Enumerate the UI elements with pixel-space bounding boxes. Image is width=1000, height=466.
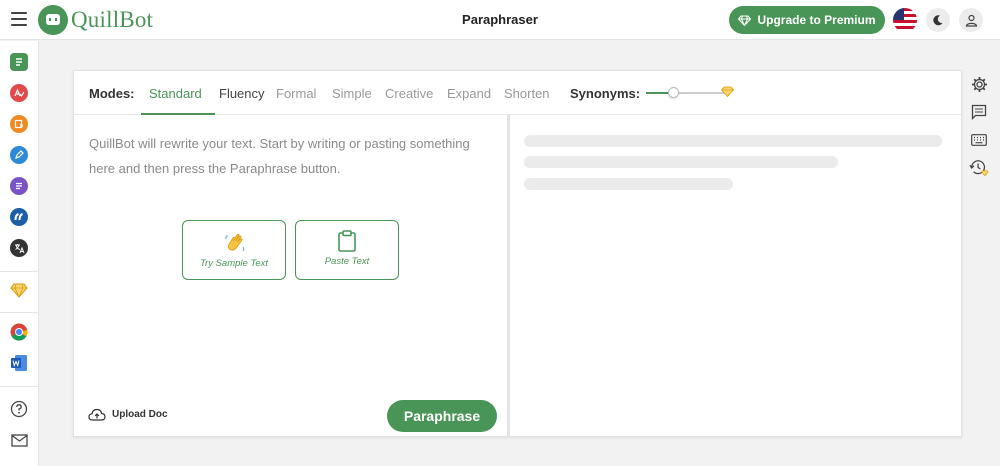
try-sample-button[interactable]: Try Sample Text [182, 220, 286, 280]
cloud-upload-icon [88, 408, 106, 421]
sidebar-item-translator[interactable] [10, 239, 28, 257]
summarizer-icon [16, 182, 22, 190]
quillbot-logo-icon [38, 5, 68, 35]
upgrade-label: Upgrade to Premium [757, 13, 876, 27]
language-flag-icon[interactable] [893, 8, 917, 32]
upload-doc-button[interactable]: Upload Doc [88, 408, 168, 421]
paste-text-button[interactable]: Paste Text [295, 220, 399, 280]
sidebar-item-word-addin[interactable] [10, 354, 28, 372]
output-loading-line [524, 178, 733, 190]
output-loading-line [524, 156, 838, 168]
paste-text-label: Paste Text [324, 256, 370, 267]
keyboard-shortcuts-button[interactable] [969, 130, 989, 150]
output-loading-line [524, 135, 942, 147]
clipboard-icon [338, 230, 356, 252]
pane-divider[interactable] [507, 115, 510, 437]
sidebar-item-help[interactable] [10, 400, 28, 418]
comment-icon [971, 104, 987, 120]
grammar-checker-icon [14, 88, 24, 98]
try-sample-label: Try Sample Text [199, 258, 269, 269]
sidebar-divider [0, 312, 39, 313]
paraphrase-button[interactable]: Paraphrase [387, 400, 497, 432]
diamond-icon [738, 15, 752, 26]
plagiarism-checker-icon [14, 119, 23, 129]
mail-icon [10, 433, 28, 447]
sidebar-item-paraphraser[interactable] [10, 53, 28, 71]
upload-doc-label: Upload Doc [112, 409, 168, 420]
synonyms-premium-icon [721, 86, 734, 97]
word-icon [11, 355, 27, 371]
input-text-area[interactable]: QuillBot will rewrite your text. Start b… [89, 131, 489, 181]
mode-tab-formal[interactable]: Formal [276, 86, 316, 101]
user-icon [965, 14, 977, 27]
left-sidebar [0, 41, 39, 466]
top-bar: QuillBot Paraphraser Upgrade to Premium [0, 0, 1000, 40]
waving-hand-icon [225, 233, 245, 252]
mode-tab-standard[interactable]: Standard [149, 86, 202, 101]
sidebar-item-citation-generator[interactable] [10, 208, 28, 226]
moon-icon [933, 15, 943, 26]
sidebar-item-summarizer[interactable] [10, 177, 28, 195]
sidebar-item-chrome-extension[interactable] [10, 323, 28, 341]
keyboard-icon [971, 134, 987, 146]
mode-tab-fluency[interactable]: Fluency [219, 86, 265, 101]
dark-mode-button[interactable] [926, 8, 950, 32]
mode-tab-simple[interactable]: Simple [332, 86, 372, 101]
paraphraser-icon [16, 58, 22, 66]
modes-bar: Modes: Standard Fluency Formal Simple Cr… [74, 71, 961, 115]
history-icon [969, 160, 989, 177]
paraphraser-card: Modes: Standard Fluency Formal Simple Cr… [73, 70, 962, 437]
sidebar-item-premium[interactable] [10, 281, 28, 299]
account-button[interactable] [959, 8, 983, 32]
settings-button[interactable] [969, 74, 989, 94]
synonyms-slider[interactable] [646, 92, 724, 94]
sidebar-item-plagiarism-checker[interactable] [10, 115, 28, 133]
mode-tab-shorten[interactable]: Shorten [504, 86, 550, 101]
premium-diamond-icon [10, 283, 28, 298]
feedback-button[interactable] [969, 102, 989, 122]
upgrade-button[interactable]: Upgrade to Premium [729, 6, 885, 34]
menu-icon[interactable] [11, 12, 27, 26]
quillbot-logo[interactable]: QuillBot [38, 5, 153, 35]
translate-icon [14, 243, 24, 253]
mode-tab-creative[interactable]: Creative [385, 86, 433, 101]
gear-icon [971, 76, 987, 92]
brand-name: QuillBot [71, 7, 154, 32]
pen-icon [15, 150, 24, 159]
quote-icon [14, 213, 23, 221]
sidebar-divider [0, 271, 39, 272]
sidebar-item-co-writer[interactable] [10, 146, 28, 164]
sidebar-item-grammar-checker[interactable] [10, 84, 28, 102]
modes-label: Modes: [89, 86, 135, 101]
synonyms-label: Synonyms: [570, 86, 641, 101]
active-mode-indicator [141, 113, 215, 115]
sidebar-item-contact[interactable] [10, 431, 28, 449]
synonyms-slider-thumb[interactable] [668, 87, 680, 98]
sidebar-divider [0, 386, 39, 387]
mode-tab-expand[interactable]: Expand [447, 86, 491, 101]
help-icon [10, 400, 28, 418]
history-button[interactable] [969, 158, 989, 178]
chrome-icon [10, 323, 28, 341]
